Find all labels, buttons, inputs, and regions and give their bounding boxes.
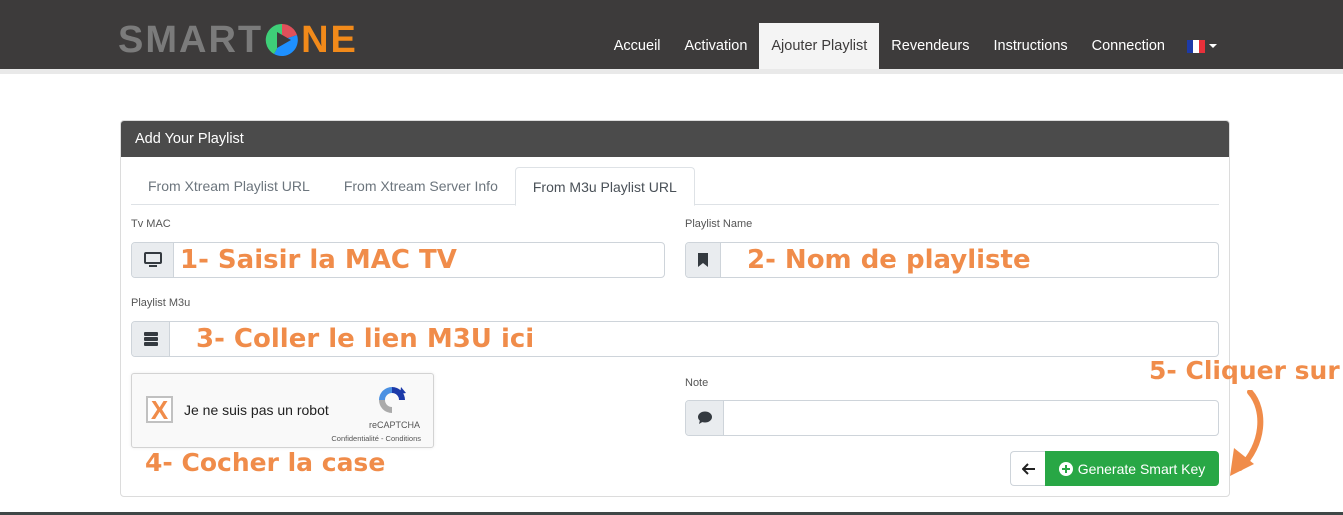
back-button[interactable] [1010,451,1046,486]
language-dropdown[interactable] [1187,23,1217,69]
note-label: Note [685,377,709,389]
annotation-arrow-icon [1230,390,1264,476]
logo-text-ne: NE [301,18,358,61]
annotation-step4: 4- Cocher la case [145,448,386,477]
note-input[interactable] [724,401,1218,435]
card-title: Add Your Playlist [121,121,1229,157]
recaptcha-brand: reCAPTCHA [368,420,420,430]
recaptcha-logo-icon [379,387,406,413]
nav-revendeurs[interactable]: Revendeurs [879,23,981,69]
play-circle-logo-icon [265,23,298,57]
recaptcha-checkbox[interactable]: X [146,396,173,423]
playlist-m3u-label: Playlist M3u [131,297,191,309]
generate-smart-key-button[interactable]: Generate Smart Key [1045,451,1219,486]
playlist-name-label: Playlist Name [685,218,753,230]
tv-mac-input[interactable]: 1- Saisir la MAC TV [174,243,664,277]
plus-circle-icon [1058,461,1073,476]
comment-icon [686,401,724,435]
server-icon [132,322,170,356]
nav-accueil[interactable]: Accueil [602,23,673,69]
main-nav: Accueil Activation Ajouter Playlist Reve… [602,23,1343,69]
navbar-divider [0,69,1343,74]
tv-mac-label: Tv MAC [131,218,171,230]
top-navbar: SMART NE Accueil Activation Ajouter Play… [0,0,1343,69]
annotation-step5: 5- Cliquer sur [1149,356,1340,385]
nav-activation[interactable]: Activation [673,23,760,69]
tv-icon [132,243,174,277]
tv-mac-group: 1- Saisir la MAC TV [131,242,665,278]
playlist-name-group: 2- Nom de playliste [685,242,1219,278]
nav-instructions[interactable]: Instructions [981,23,1079,69]
flag-france-icon [1187,39,1205,53]
tab-m3u-playlist-url[interactable]: From M3u Playlist URL [514,167,695,206]
note-group [685,400,1219,436]
nav-ajouter-playlist[interactable]: Ajouter Playlist [759,23,880,69]
tab-xtream-server-info[interactable]: From Xtream Server Info [327,167,515,205]
recaptcha-widget: X Je ne suis pas un robot reCAPTCHA Conf… [131,373,434,448]
playlist-m3u-input[interactable]: 3- Coller le lien M3U ici [170,322,1218,356]
generate-smart-key-label: Generate Smart Key [1077,460,1206,477]
bookmark-icon [686,243,721,277]
smartone-logo[interactable]: SMART NE [118,18,358,61]
logo-text-smart: SMART [118,18,264,61]
playlist-name-input[interactable]: 2- Nom de playliste [721,243,1218,277]
arrow-left-icon [1021,462,1035,475]
recaptcha-label: Je ne suis pas un robot [184,402,329,418]
tab-xtream-playlist-url[interactable]: From Xtream Playlist URL [131,167,327,205]
source-tabs: From Xtream Playlist URL From Xtream Ser… [131,167,1219,206]
recaptcha-links[interactable]: Confidentialité - Conditions [331,434,421,443]
nav-connection[interactable]: Connection [1080,23,1177,69]
caret-down-icon [1209,44,1217,48]
playlist-m3u-group: 3- Coller le lien M3U ici [131,321,1219,357]
